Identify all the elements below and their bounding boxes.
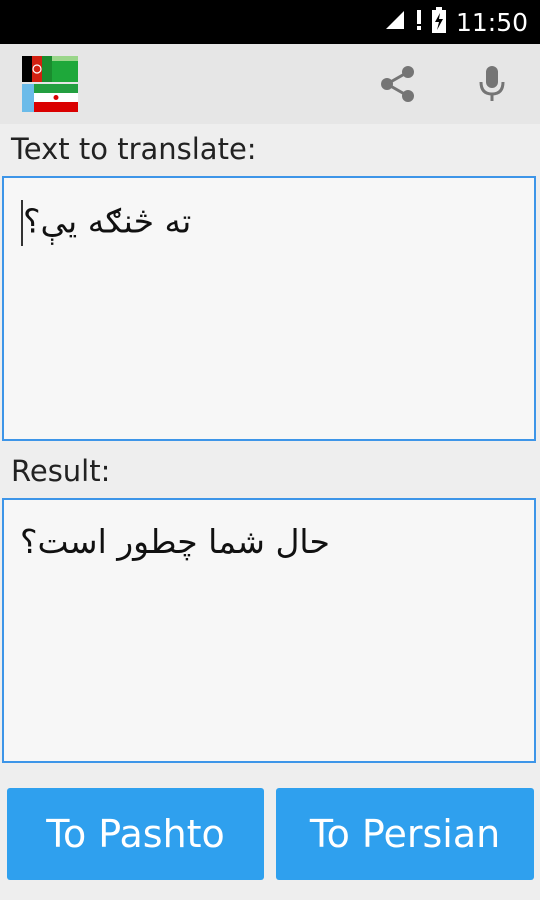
alert-icon — [416, 9, 422, 35]
input-text[interactable]: ته څنګه یې؟ — [20, 200, 191, 246]
battery-charging-icon — [431, 7, 446, 37]
result-value: حال شما چطور است؟ — [20, 522, 330, 561]
input-value: ته څنګه یې؟ — [23, 201, 192, 241]
status-time: 11:50 — [455, 7, 528, 37]
input-label: Text to translate: — [11, 132, 257, 166]
result-label: Result: — [11, 454, 111, 488]
result-text: حال شما چطور است؟ — [20, 522, 330, 561]
to-pashto-button[interactable]: To Pashto — [7, 788, 264, 880]
status-icons: 11:50 — [384, 0, 528, 44]
share-icon[interactable] — [378, 64, 418, 104]
microphone-icon[interactable] — [472, 64, 512, 104]
afghanistan-iran-flags-logo — [22, 56, 78, 112]
app-bar — [0, 44, 540, 124]
result-textbox[interactable]: حال شما چطور است؟ — [2, 498, 536, 763]
signal-icon — [384, 9, 406, 35]
to-persian-button[interactable]: To Persian — [276, 788, 534, 880]
status-bar: 11:50 — [0, 0, 540, 44]
input-textbox[interactable]: ته څنګه یې؟ — [2, 176, 536, 441]
